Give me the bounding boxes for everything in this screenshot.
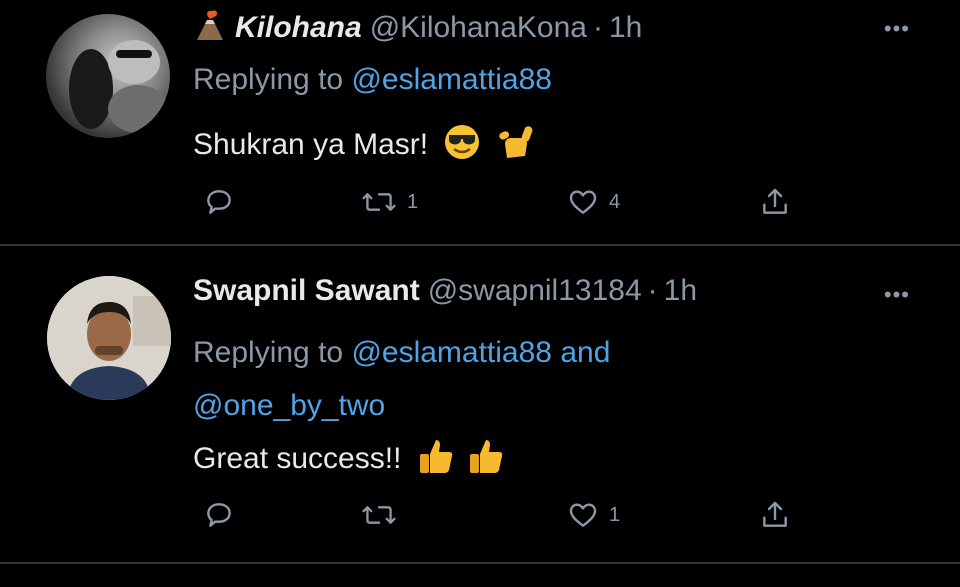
like-button[interactable]: 4 — [567, 186, 620, 218]
separator-dot: · — [647, 274, 658, 307]
tweet[interactable]: Kilohana @KilohanaKona · 1h ••• Replying to… — [0, 0, 960, 244]
tweet-actions: 1 4 — [193, 186, 813, 226]
mention-link-2[interactable]: @one_by_two — [193, 389, 385, 422]
avatar[interactable] — [47, 276, 171, 400]
like-icon — [567, 499, 599, 531]
tweet-body: Shukran ya Masr! — [193, 127, 429, 161]
tweet-header: Swapnil Sawant @swapnil13184 · 1h — [193, 274, 697, 308]
tweet-text: Great success!! — [193, 436, 506, 484]
tweet-actions: 1 — [193, 499, 813, 539]
share-icon — [759, 186, 791, 218]
retweet-button[interactable] — [361, 499, 407, 531]
reply-icon — [203, 186, 235, 218]
avatar[interactable] — [46, 14, 170, 138]
volcano-icon — [193, 8, 227, 50]
user-handle[interactable]: @KilohanaKona — [370, 11, 587, 44]
timestamp[interactable]: 1h — [609, 11, 642, 44]
reply-button[interactable] — [203, 499, 235, 531]
like-icon — [567, 186, 599, 218]
sunglasses-face-emoji — [442, 122, 482, 170]
tweet-body: Great success!! — [193, 441, 402, 475]
mention-link[interactable]: @eslamattia88 — [351, 63, 552, 96]
retweet-icon — [361, 499, 397, 531]
tweet-text: Shukran ya Masr! — [193, 122, 537, 170]
avatar-photo-icon — [69, 40, 168, 133]
user-handle[interactable]: @swapnil13184 — [428, 274, 642, 307]
tweet[interactable]: Swapnil Sawant @swapnil13184 · 1h ••• Reply… — [0, 246, 960, 546]
more-icon[interactable]: ••• — [884, 282, 910, 308]
thumbs-up-emoji — [466, 436, 506, 484]
display-name[interactable]: Kilohana — [235, 11, 362, 44]
display-name[interactable]: Swapnil Sawant — [193, 274, 420, 307]
timestamp[interactable]: 1h — [664, 274, 697, 307]
mention-link[interactable]: @eslamattia88 — [351, 336, 552, 369]
replying-to: Replying to @eslamattia88 — [193, 63, 552, 97]
like-count: 1 — [609, 503, 621, 526]
retweet-icon — [361, 186, 397, 218]
replying-to: Replying to @eslamattia88 and @one_by_tw… — [193, 326, 610, 432]
share-button[interactable] — [759, 499, 791, 531]
tweet-header: Kilohana @KilohanaKona · 1h — [193, 8, 642, 50]
share-button[interactable] — [759, 186, 791, 218]
thumbs-up-emoji — [416, 436, 456, 484]
call-me-hand-emoji — [497, 122, 537, 170]
and-label: and — [560, 336, 611, 369]
replying-label: Replying to — [193, 63, 344, 96]
divider — [0, 562, 960, 564]
like-button[interactable]: 1 — [567, 499, 620, 531]
share-icon — [759, 499, 791, 531]
retweet-button[interactable]: 1 — [361, 186, 418, 218]
more-icon[interactable]: ••• — [884, 16, 910, 42]
like-count: 4 — [609, 190, 621, 213]
reply-icon — [203, 499, 235, 531]
avatar-photo-icon — [47, 276, 171, 400]
retweet-count: 1 — [407, 190, 419, 213]
replying-label: Replying to — [193, 336, 344, 369]
reply-button[interactable] — [203, 186, 235, 218]
separator-dot: · — [592, 10, 603, 44]
